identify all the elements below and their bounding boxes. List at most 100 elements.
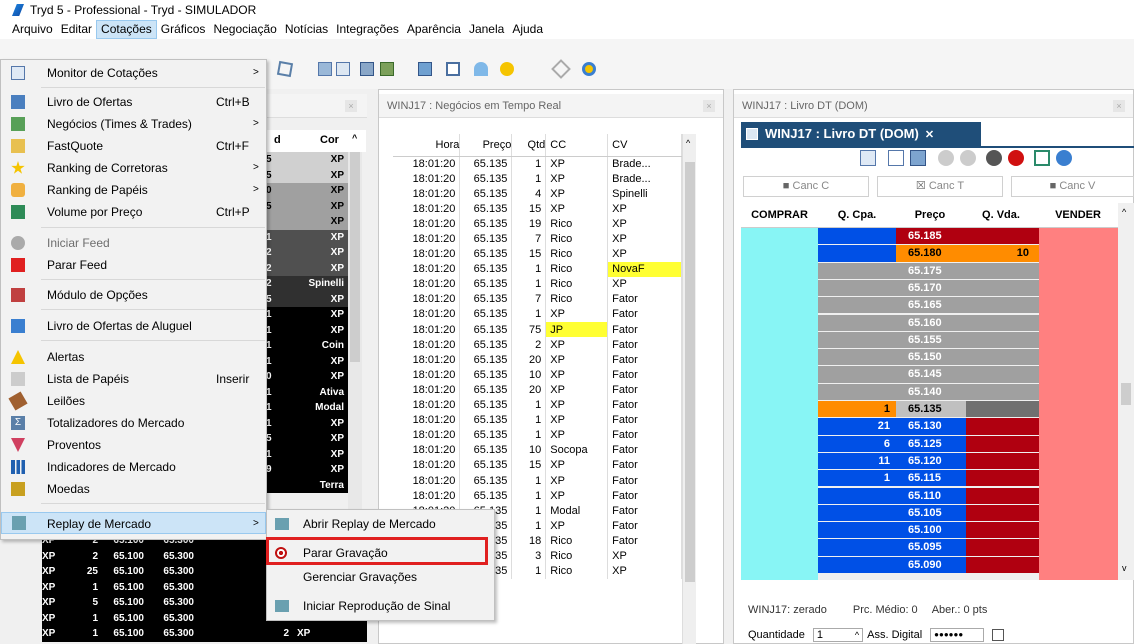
tab-close-icon[interactable]: ✕ [925, 129, 934, 141]
scroll-thumb[interactable] [685, 162, 695, 582]
submenu-item-gerenciar[interactable]: Gerenciar Gravações [267, 565, 494, 589]
col-cor-header[interactable]: Cor [320, 134, 339, 146]
coin-row[interactable]: 5 XP [262, 167, 348, 183]
col-qcpa[interactable]: Q. Cpa. [818, 203, 896, 227]
menu-item-replay[interactable]: Replay de Mercado > [1, 512, 266, 534]
tt-col-header[interactable]: CC [545, 134, 609, 157]
trade-row[interactable]: 18:01:2065.1351XPFator [393, 306, 682, 323]
trade-row[interactable]: 18:01:20 65.135 10 Socopa Fator [393, 442, 682, 458]
ask-qty-cell[interactable] [966, 228, 1039, 245]
spinner-icon[interactable]: ^ [855, 630, 859, 640]
play-icon[interactable] [986, 150, 1002, 166]
ask-qty-cell[interactable] [966, 262, 1039, 279]
password-input[interactable]: ●●●●●● [930, 628, 985, 642]
menu-item-negocios[interactable]: Negócios (Times & Trades) > [1, 113, 266, 135]
bid-qty-cell[interactable] [818, 228, 896, 245]
menu-item-aluguel[interactable]: Livro de Ofertas de Aluguel [1, 315, 266, 337]
trade-row[interactable]: 18:01:2065.1351XPFator [393, 397, 682, 413]
col-preco[interactable]: Preço [896, 203, 964, 227]
tt-scrollbar[interactable]: ^ [682, 134, 696, 644]
ask-qty-cell[interactable] [966, 539, 1039, 556]
layout-icon[interactable] [418, 62, 432, 76]
ask-qty-cell[interactable] [966, 366, 1039, 383]
col-comprar[interactable]: COMPRAR [741, 203, 818, 227]
bid-qty-cell[interactable]: 11 [818, 452, 896, 470]
menu-item-totalizadores[interactable]: Σ Totalizadores do Mercado [1, 412, 266, 434]
menu-item-livro[interactable]: Livro de Ofertas Ctrl+B [1, 91, 266, 113]
menu-editar[interactable]: Editar [57, 20, 96, 39]
price-cell[interactable]: 65.090 [896, 556, 966, 573]
menu-item-indicadores[interactable]: Indicadores de Mercado [1, 456, 266, 478]
ask-qty-cell[interactable] [966, 279, 1039, 297]
ask-qty-cell[interactable] [966, 435, 1039, 452]
submenu-item-iniciar[interactable]: Iniciar Reprodução de Sinal [267, 594, 494, 618]
price-cell[interactable]: 65.145 [896, 366, 966, 383]
window-icon[interactable] [318, 62, 332, 76]
canc-t-button[interactable]: ☒ Canc T [877, 176, 1003, 197]
bid-qty-cell[interactable] [818, 279, 896, 297]
bid-qty-cell[interactable] [818, 504, 896, 522]
bid-qty-cell[interactable] [818, 245, 896, 262]
ask-qty-cell[interactable]: 10 [966, 245, 1039, 262]
coin-row[interactable]: 2 XP [262, 260, 348, 276]
coin-row[interactable]: 1 XP [262, 415, 348, 431]
tt-col-header[interactable]: CV [607, 134, 682, 157]
trade-row[interactable]: 18:01:20 65.135 7 Rico XP [393, 231, 682, 247]
coin-row[interactable]: 1 Modal [262, 400, 348, 416]
coin-row[interactable]: 2 XP [262, 245, 348, 261]
price-cell[interactable]: 65.095 [896, 539, 966, 556]
bid-qty-cell[interactable] [818, 331, 896, 349]
price-cell[interactable]: 65.115 [896, 470, 966, 487]
bid-qty-cell[interactable] [818, 366, 896, 383]
dom-scrollbar[interactable]: ^ v [1118, 203, 1134, 580]
menu-item-monitor[interactable]: Monitor de Cotações > [1, 62, 266, 84]
trade-row[interactable]: 18:01:20 65.135 19 Rico XP [393, 216, 682, 232]
trade-row[interactable]: 18:01:20 65.135 10 XP Fator [393, 367, 682, 383]
window-icon[interactable] [860, 150, 876, 166]
coin-row[interactable]: Terra [262, 477, 348, 493]
menu-aparencia[interactable]: Aparência [403, 20, 465, 39]
coin-row[interactable]: 1 Coin [262, 338, 348, 354]
ask-qty-cell[interactable] [966, 349, 1039, 366]
buy-column[interactable] [741, 228, 818, 580]
trade-row[interactable]: 18:01:20 65.135 1 XP Brade... [393, 156, 682, 172]
coin-row[interactable]: XP [262, 214, 348, 230]
bid-qty-cell[interactable]: 1 [818, 401, 896, 418]
close-icon[interactable]: × [703, 100, 715, 112]
calendar-icon[interactable] [888, 150, 904, 166]
trade-row[interactable]: 18:01:20 65.135 1 XP Brade... [393, 171, 682, 187]
trade-row[interactable]: 18:01:20 65.135 2 XP Fator [393, 337, 682, 353]
quote-row[interactable]: XP 1 65.100 65.300 2 XP [42, 626, 367, 642]
trade-row[interactable]: 18:01:2065.1351XPFator [393, 412, 682, 428]
coin-row[interactable]: 5 XP [262, 291, 348, 307]
menu-item-moedas[interactable]: Moedas [1, 478, 266, 500]
menu-negociacao[interactable]: Negociação [209, 20, 280, 39]
grid-icon[interactable] [360, 62, 374, 76]
price-cell[interactable]: 65.180 [896, 245, 966, 262]
settings-icon[interactable] [582, 62, 596, 76]
ask-qty-cell[interactable] [966, 556, 1039, 573]
price-cell[interactable]: 65.135 [896, 401, 966, 418]
ask-qty-cell[interactable] [966, 331, 1039, 349]
trade-row[interactable]: 18:01:2065.1351XPFator [393, 472, 682, 489]
price-cell[interactable]: 65.185 [896, 228, 966, 245]
trade-row[interactable]: 18:01:2065.1351XPFator [393, 488, 682, 504]
ask-qty-cell[interactable] [966, 297, 1039, 314]
price-cell[interactable]: 65.150 [896, 349, 966, 366]
stop-icon[interactable] [1008, 150, 1024, 166]
coin-row[interactable]: 5 XP [262, 431, 348, 447]
bid-qty-cell[interactable] [818, 487, 896, 504]
menu-item-leiloes[interactable]: Leilões [1, 390, 266, 412]
bid-qty-cell[interactable] [818, 556, 896, 573]
ask-qty-cell[interactable] [966, 383, 1039, 400]
trade-row[interactable]: 18:01:20 65.135 7 Rico Fator [393, 291, 682, 307]
coin-row[interactable]: 1 XP [262, 307, 348, 323]
menu-janela[interactable]: Janela [465, 20, 508, 39]
menu-item-ranking-corretoras[interactable]: Ranking de Corretoras > [1, 157, 266, 179]
ask-qty-cell[interactable] [966, 314, 1039, 331]
price-cell[interactable]: 65.175 [896, 262, 966, 279]
window-alt-icon[interactable] [336, 62, 350, 76]
price-cell[interactable]: 65.120 [896, 452, 966, 470]
ask-qty-cell[interactable] [966, 452, 1039, 470]
bid-qty-cell[interactable]: 1 [818, 470, 896, 487]
